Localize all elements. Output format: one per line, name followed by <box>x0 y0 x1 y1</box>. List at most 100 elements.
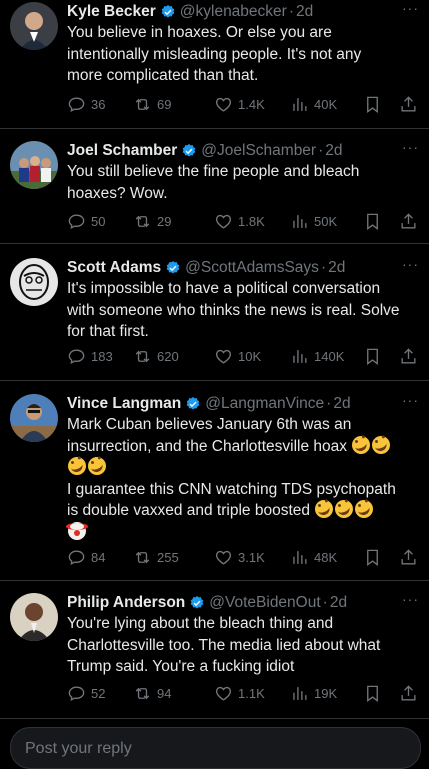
author-name[interactable]: Philip Anderson <box>67 594 185 612</box>
tweet-text: You believe in hoaxes. Or else you are i… <box>67 22 423 87</box>
views-button[interactable]: 40K <box>290 95 337 114</box>
author-handle[interactable]: @JoelSchamber <box>201 142 316 160</box>
verified-icon <box>161 5 175 18</box>
more-options-icon[interactable]: ··· <box>402 0 419 16</box>
divider <box>0 580 429 581</box>
tweet[interactable]: Kyle Becker @kylenabecker · 2d ··· You b… <box>0 0 429 126</box>
tweet[interactable]: Vince Langman @LangmanVince · 2d ··· Mar… <box>0 392 429 572</box>
retweet-button[interactable]: 29 <box>133 212 171 231</box>
author-handle[interactable]: @VoteBidenOut <box>209 594 320 612</box>
author-name[interactable]: Joel Schamber <box>67 142 177 160</box>
timestamp[interactable]: 2d <box>330 594 347 612</box>
avatar[interactable] <box>10 258 58 306</box>
tweet-line <box>66 521 423 544</box>
tweet[interactable]: Scott Adams @ScottAdamsSays · 2d ··· It'… <box>0 256 429 376</box>
reply-icon <box>68 685 85 701</box>
author-handle[interactable]: @kylenabecker <box>180 3 287 21</box>
timestamp[interactable]: 2d <box>296 3 313 21</box>
views-button[interactable]: 140K <box>290 347 344 366</box>
reply-icon <box>68 96 85 112</box>
retweet-icon <box>135 215 150 227</box>
timestamp[interactable]: 2d <box>333 395 350 413</box>
share-icon <box>401 684 416 701</box>
timestamp[interactable]: 2d <box>328 259 345 277</box>
retweet-button[interactable]: 69 <box>133 95 171 114</box>
bookmark-button[interactable] <box>363 347 382 366</box>
reply-button[interactable]: 36 <box>67 95 105 114</box>
heart-icon <box>215 97 232 112</box>
reply-input[interactable]: Post your reply <box>10 727 421 769</box>
author-handle[interactable]: @LangmanVince <box>205 395 324 413</box>
heart-icon <box>215 686 232 701</box>
author-handle[interactable]: @ScottAdamsSays <box>185 259 319 277</box>
verified-icon <box>166 261 180 274</box>
bookmark-button[interactable] <box>363 684 382 703</box>
tweet-line: for that first. <box>67 323 149 340</box>
share-icon <box>401 212 416 229</box>
author-name[interactable]: Scott Adams <box>67 259 161 277</box>
more-options-icon[interactable]: ··· <box>402 256 419 272</box>
share-button[interactable] <box>399 95 418 114</box>
retweet-button[interactable]: 255 <box>133 548 179 567</box>
share-button[interactable] <box>399 684 418 703</box>
avatar[interactable] <box>10 394 58 442</box>
avatar[interactable] <box>10 593 58 641</box>
reply-icon <box>68 549 85 565</box>
tweet-line: with someone who thinks the news is real… <box>67 301 400 319</box>
tweet-line: Trump said. You're a fucking idiot <box>67 658 295 675</box>
views-button[interactable]: 50K <box>290 212 337 231</box>
retweet-icon <box>135 98 150 110</box>
reply-button[interactable]: 84 <box>67 548 105 567</box>
rofl-emoji-icon <box>352 435 371 454</box>
views-button[interactable]: 48K <box>290 548 337 567</box>
bookmark-button[interactable] <box>363 548 382 567</box>
reply-button[interactable]: 50 <box>67 212 105 231</box>
bookmark-button[interactable] <box>363 95 382 114</box>
like-button[interactable]: 1.1K <box>214 684 265 703</box>
share-icon <box>401 95 416 112</box>
retweet-icon <box>135 687 150 699</box>
divider <box>0 128 429 129</box>
author-name[interactable]: Vince Langman <box>67 395 181 413</box>
tweet[interactable]: Joel Schamber @JoelSchamber · 2d ··· You… <box>0 139 429 249</box>
tweet-line: Charlottesville too. The media lied abou… <box>67 636 381 654</box>
views-button[interactable]: 19K <box>290 684 337 703</box>
avatar[interactable] <box>10 141 58 189</box>
like-button[interactable]: 1.4K <box>214 95 265 114</box>
author-name[interactable]: Kyle Becker <box>67 3 156 21</box>
analytics-icon <box>293 214 307 228</box>
timestamp[interactable]: 2d <box>325 142 342 160</box>
reply-button[interactable]: 52 <box>67 684 105 703</box>
separator-dot: · <box>326 395 332 412</box>
share-button[interactable] <box>399 212 418 231</box>
tweet[interactable]: Philip Anderson @VoteBidenOut · 2d ··· Y… <box>0 591 429 721</box>
retweet-icon <box>135 350 150 362</box>
like-button[interactable]: 3.1K <box>214 548 265 567</box>
retweet-button[interactable]: 94 <box>133 684 171 703</box>
like-button[interactable]: 10K <box>214 347 261 366</box>
share-button[interactable] <box>399 548 418 567</box>
share-button[interactable] <box>399 347 418 366</box>
reply-button[interactable]: 183 <box>67 347 113 366</box>
bookmark-button[interactable] <box>363 212 382 231</box>
bookmark-icon <box>367 549 378 566</box>
tweet-line: It's impossible to have a political conv… <box>67 280 381 297</box>
heart-icon <box>215 349 232 364</box>
tweet-line: You believe in hoaxes. Or else you are <box>67 24 332 41</box>
clown-emoji-icon <box>66 521 88 540</box>
share-icon <box>401 548 416 565</box>
analytics-icon <box>293 349 307 363</box>
rofl-emoji-icon <box>315 500 334 518</box>
like-button[interactable]: 1.8K <box>214 212 265 231</box>
more-options-icon[interactable]: ··· <box>402 392 419 408</box>
rofl-emoji-icon <box>372 435 391 454</box>
retweet-button[interactable]: 620 <box>133 347 179 366</box>
tweet-line: insurrection, and the Charlottesville ho… <box>67 435 423 458</box>
divider <box>0 380 429 381</box>
bookmark-icon <box>367 213 378 230</box>
more-options-icon[interactable]: ··· <box>402 139 419 155</box>
more-options-icon[interactable]: ··· <box>402 591 419 607</box>
avatar[interactable] <box>10 2 58 50</box>
tweet-line: Mark Cuban believes January 6th was an <box>67 416 352 433</box>
rofl-emoji-icon <box>88 457 106 475</box>
